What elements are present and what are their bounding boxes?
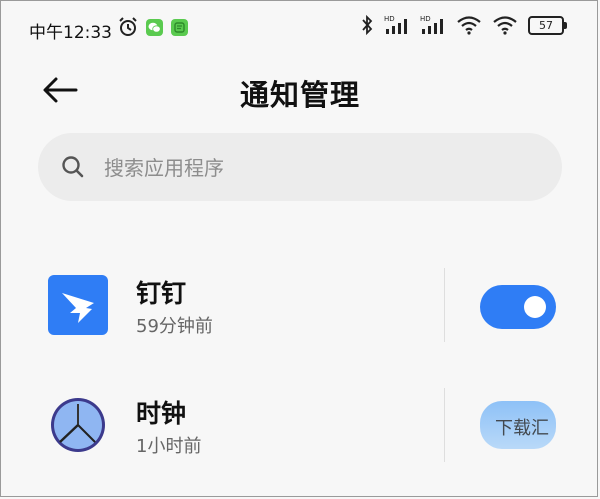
divider [444,388,445,462]
watermark: 下载汇 [495,418,549,439]
dingtalk-icon [48,275,108,335]
app-notification-time: 59分钟前 [136,316,213,337]
app-name: 时钟 [136,399,187,428]
signal-hd-icon: HD [384,15,407,34]
app-notification-time: 1小时前 [136,436,202,457]
bluetooth-icon [362,14,373,36]
battery-icon: 57 [528,15,567,35]
wifi-icon [493,16,517,35]
search-input[interactable] [102,151,526,185]
page-title: 通知管理 [239,78,360,112]
svg-text:HD: HD [420,15,431,23]
wechat-icon [146,18,163,36]
alarm-icon [119,17,137,36]
status-time: 中午12:33 [29,23,112,43]
status-icons-left [118,17,188,37]
clock-icon [51,398,105,452]
status-bar: 中午12:33 HD HD 57 [0,0,600,60]
search-icon [62,156,84,178]
toggle-knob [524,296,546,318]
app-row-dingtalk[interactable]: 钉钉 59分钟前 [0,256,600,356]
svg-text:HD: HD [384,15,395,23]
divider [444,268,445,342]
app-row-clock[interactable]: 时钟 1小时前 下载汇 [0,376,600,476]
signal-hd-icon: HD [420,15,443,34]
app-name: 钉钉 [136,279,187,308]
notification-toggle-dingtalk[interactable] [480,285,556,329]
message-icon [171,18,188,36]
wifi-icon [457,16,481,35]
status-icons-right: HD HD 57 [360,14,567,36]
